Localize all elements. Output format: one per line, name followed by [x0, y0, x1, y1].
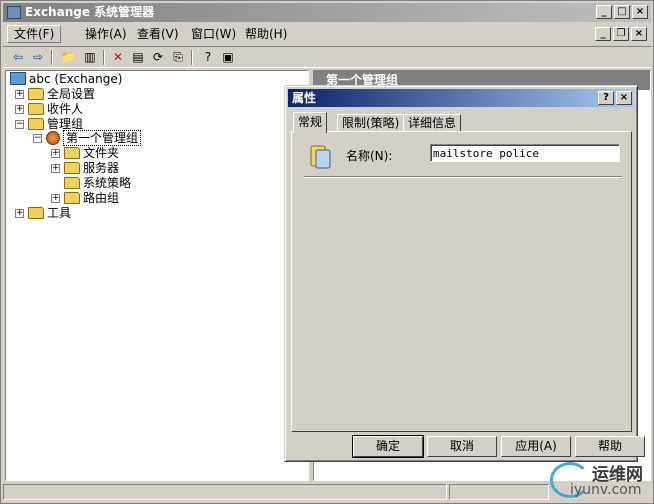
help-button[interactable]: 帮助: [575, 436, 645, 457]
ok-button[interactable]: 确定: [352, 435, 424, 458]
tree-item-recipients[interactable]: 收件人: [28, 102, 83, 117]
folder-icon: [28, 207, 44, 219]
properties-dialog: 属性 ? × 常规 限制(策略) 详细信息 名称(N): 确定 取消 应用(A)…: [284, 85, 645, 462]
expand-icon[interactable]: +: [15, 90, 24, 99]
expand-icon[interactable]: +: [51, 149, 60, 158]
menu-action[interactable]: 操作(A): [79, 25, 133, 43]
toolbar: ⇦ ⇨ 📁 ▥ ✕ ▤ ⟳ ⎘ ? ▣: [3, 46, 651, 68]
window-title: Exchange 系统管理器: [25, 5, 155, 19]
folder-icon: [64, 147, 80, 159]
exchange-org-icon: [10, 72, 26, 85]
menu-window[interactable]: 窗口(W): [185, 25, 242, 43]
export-list-icon[interactable]: ⎘: [169, 49, 187, 66]
watermark-url: iyunv.com: [570, 482, 642, 498]
back-arrow-icon[interactable]: ⇦: [9, 49, 27, 66]
admin-group-icon: [46, 131, 60, 145]
mdi-minimize-button[interactable]: _: [595, 27, 611, 41]
menu-help[interactable]: 帮助(H): [239, 25, 293, 43]
delete-icon[interactable]: ✕: [109, 49, 127, 66]
collapse-icon[interactable]: −: [33, 134, 42, 143]
expand-icon[interactable]: +: [51, 164, 60, 173]
divider: [304, 176, 622, 178]
action-pane-icon[interactable]: ▣: [219, 49, 237, 66]
up-folder-icon[interactable]: 📁: [59, 49, 77, 66]
tree-item-servers[interactable]: 服务器: [64, 161, 119, 176]
dialog-titlebar[interactable]: 属性 ? ×: [288, 89, 634, 107]
tree-item-system-policies[interactable]: 系统策略: [64, 176, 131, 191]
status-segment: [3, 484, 447, 500]
apply-button[interactable]: 应用(A): [501, 436, 571, 457]
tree-item-routing-groups[interactable]: 路由组: [64, 191, 119, 206]
exchange-app-icon: [7, 6, 21, 19]
folder-icon: [64, 162, 80, 174]
expand-icon[interactable]: +: [15, 209, 24, 218]
tab-general[interactable]: 常规: [293, 112, 328, 133]
folder-icon: [64, 192, 80, 204]
folder-icon: [64, 177, 80, 189]
window-titlebar[interactable]: Exchange 系统管理器 _ □ ×: [3, 3, 651, 22]
dialog-close-button[interactable]: ×: [616, 91, 632, 105]
forward-arrow-icon[interactable]: ⇨: [29, 49, 47, 66]
expand-icon[interactable]: +: [51, 194, 60, 203]
dialog-title: 属性: [292, 91, 317, 105]
name-input[interactable]: [430, 144, 620, 162]
refresh-icon[interactable]: ⟳: [149, 49, 167, 66]
show-tree-icon[interactable]: ▥: [81, 49, 99, 66]
properties-icon[interactable]: ▤: [129, 49, 147, 66]
mdi-restore-button[interactable]: ❐: [613, 27, 629, 41]
help-icon[interactable]: ?: [199, 49, 217, 66]
menubar: 文件(F) 操作(A) 查看(V) 窗口(W) 帮助(H) _ ❐ ×: [3, 23, 651, 45]
folder-icon: [28, 118, 44, 130]
cancel-button[interactable]: 取消: [427, 436, 497, 457]
collapse-icon[interactable]: −: [15, 120, 24, 129]
tree-root[interactable]: abc (Exchange): [10, 72, 122, 87]
maximize-button[interactable]: □: [614, 5, 630, 19]
status-segment: [449, 484, 549, 500]
tab-details[interactable]: 详细信息: [403, 114, 462, 132]
policy-scroll-icon: [310, 145, 331, 169]
general-tab-panel: 名称(N):: [291, 131, 632, 432]
site-watermark: 运维网 iyunv.com: [548, 458, 652, 502]
mdi-close-button[interactable]: ×: [631, 27, 647, 41]
menu-file[interactable]: 文件(F): [7, 25, 62, 43]
tree-item-tools[interactable]: 工具: [28, 206, 71, 221]
folder-icon: [28, 103, 44, 115]
close-button[interactable]: ×: [632, 5, 648, 19]
tree-item-global-settings[interactable]: 全局设置: [28, 87, 95, 102]
dialog-help-button[interactable]: ?: [598, 91, 614, 105]
tree-item-folders[interactable]: 文件夹: [64, 146, 119, 161]
menu-view[interactable]: 查看(V): [131, 25, 185, 43]
tab-limits-policy[interactable]: 限制(策略): [337, 114, 405, 132]
minimize-button[interactable]: _: [596, 5, 612, 19]
tree-item-first-admin-group[interactable]: 第一个管理组: [46, 130, 142, 146]
name-label: 名称(N):: [346, 149, 393, 163]
expand-icon[interactable]: +: [15, 105, 24, 114]
console-tree: abc (Exchange) + 全局设置 + 收件人 − 管理组 − 第一个管…: [5, 70, 309, 481]
folder-icon: [28, 88, 44, 100]
